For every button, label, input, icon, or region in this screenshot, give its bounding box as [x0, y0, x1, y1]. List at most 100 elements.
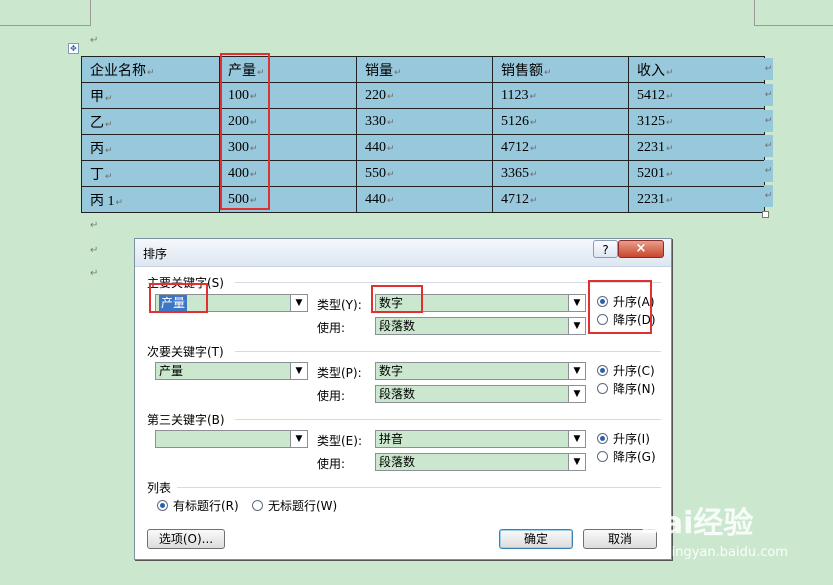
table-cell[interactable]: 4712↵	[492, 186, 629, 213]
table-cell[interactable]: 销量↵	[356, 56, 493, 83]
page-corner-mark-left	[0, 0, 91, 26]
table-cell[interactable]: 丙 1↵	[81, 186, 220, 213]
no-header-row-label[interactable]: 无标题行(W)	[268, 497, 337, 514]
chevron-down-icon[interactable]: ▼	[568, 386, 585, 402]
paragraph-mark: ↵	[90, 35, 99, 46]
secondary-type-select[interactable]: 数字 ▼	[375, 362, 586, 380]
row-end-mark: ↵	[764, 84, 773, 106]
table-cell[interactable]: 丁↵	[81, 160, 220, 187]
secondary-use-value: 段落数	[379, 387, 416, 401]
primary-use-value: 段落数	[379, 319, 416, 333]
table-cell[interactable]: 550↵	[356, 160, 493, 187]
third-ascending-label[interactable]: 升序(I)	[613, 430, 650, 447]
document-table[interactable]: 企业名称↵ 产量↵ 销量↵ 销售额↵ 收入↵ 甲↵ 100↵ 220↵ 1123…	[81, 56, 765, 213]
third-ascending-radio[interactable]	[597, 433, 608, 444]
row-end-mark: ↵	[764, 110, 773, 132]
paragraph-mark: ↵	[90, 220, 99, 231]
no-header-row-radio[interactable]	[252, 500, 263, 511]
options-button[interactable]: 选项(O)...	[147, 529, 225, 549]
group-divider	[235, 351, 661, 352]
help-button[interactable]: ?	[593, 240, 618, 258]
row-end-mark: ↵	[764, 58, 773, 80]
table-row: 乙↵ 200↵ 330↵ 5126↵ 3125↵	[81, 108, 765, 135]
page-corner-mark-right	[754, 0, 833, 26]
primary-use-select[interactable]: 段落数 ▼	[375, 317, 586, 335]
header-row-radio[interactable]	[157, 500, 168, 511]
secondary-key-value: 产量	[159, 364, 184, 378]
primary-use-label: 使用:	[317, 321, 346, 335]
close-button[interactable]: ×	[618, 240, 664, 258]
secondary-use-label: 使用:	[317, 389, 346, 403]
secondary-ascending-label[interactable]: 升序(C)	[613, 362, 655, 379]
table-cell[interactable]: 3125↵	[628, 108, 765, 135]
table-cell[interactable]: 4712↵	[492, 134, 629, 161]
secondary-type-value: 数字	[379, 364, 404, 378]
primary-type-label: 类型(Y):	[317, 298, 362, 312]
secondary-descending-radio[interactable]	[597, 383, 608, 394]
group-divider	[177, 487, 661, 488]
table-cell[interactable]: 1123↵	[492, 82, 629, 109]
table-cell[interactable]: 2231↵	[628, 186, 765, 213]
table-cell[interactable]: 220↵	[356, 82, 493, 109]
third-use-label: 使用:	[317, 457, 346, 471]
dialog-title: 排序	[143, 247, 168, 261]
highlight-box-type	[371, 285, 423, 313]
secondary-type-label: 类型(P):	[317, 366, 362, 380]
secondary-key-label: 次要关键字(T)	[147, 345, 224, 359]
third-type-select[interactable]: 拼音 ▼	[375, 430, 586, 448]
chevron-down-icon[interactable]: ▼	[290, 431, 307, 447]
table-cell[interactable]: 330↵	[356, 108, 493, 135]
group-divider	[235, 419, 661, 420]
ok-button[interactable]: 确定	[499, 529, 573, 549]
table-cell[interactable]: 440↵	[356, 134, 493, 161]
table-row: 丁↵ 400↵ 550↵ 3365↵ 5201↵	[81, 160, 765, 187]
third-use-select[interactable]: 段落数 ▼	[375, 453, 586, 471]
secondary-key-select[interactable]: 产量 ▼	[155, 362, 308, 380]
third-key-select[interactable]: ▼	[155, 430, 308, 448]
table-cell[interactable]: 乙↵	[81, 108, 220, 135]
third-type-label: 类型(E):	[317, 434, 362, 448]
table-row: 丙↵ 300↵ 440↵ 4712↵ 2231↵	[81, 134, 765, 161]
row-end-mark: ↵	[764, 185, 773, 207]
table-cell[interactable]: 440↵	[356, 186, 493, 213]
highlight-box-primary-key	[149, 283, 208, 313]
row-end-mark: ↵	[764, 135, 773, 157]
table-cell[interactable]: 甲↵	[81, 82, 220, 109]
third-descending-radio[interactable]	[597, 451, 608, 462]
chevron-down-icon[interactable]: ▼	[568, 431, 585, 447]
table-cell[interactable]: 3365↵	[492, 160, 629, 187]
watermark-logo: Bai经验	[640, 506, 754, 541]
secondary-use-select[interactable]: 段落数 ▼	[375, 385, 586, 403]
table-cell[interactable]: 2231↵	[628, 134, 765, 161]
table-header-row: 企业名称↵ 产量↵ 销量↵ 销售额↵ 收入↵	[81, 56, 765, 83]
table-cell[interactable]: 销售额↵	[492, 56, 629, 83]
table-cell[interactable]: 5201↵	[628, 160, 765, 187]
table-cell[interactable]: 收入↵	[628, 56, 765, 83]
chevron-down-icon[interactable]: ▼	[568, 295, 585, 311]
highlight-box-yield-column	[220, 53, 270, 210]
third-type-value: 拼音	[379, 432, 404, 446]
table-cell[interactable]: 丙↵	[81, 134, 220, 161]
table-row: 丙 1↵ 500↵ 440↵ 4712↵ 2231↵	[81, 186, 765, 213]
table-row: 甲↵ 100↵ 220↵ 1123↵ 5412↵	[81, 82, 765, 109]
secondary-ascending-radio[interactable]	[597, 365, 608, 376]
list-label: 列表	[147, 481, 172, 495]
table-cell[interactable]: 企业名称↵	[81, 56, 220, 83]
highlight-box-sort-order	[588, 280, 652, 334]
secondary-descending-label[interactable]: 降序(N)	[613, 380, 655, 397]
paragraph-mark: ↵	[90, 245, 99, 256]
third-key-label: 第三关键字(B)	[147, 413, 225, 427]
dialog-titlebar[interactable]: 排序 ? ×	[135, 239, 671, 267]
table-cell[interactable]: 5126↵	[492, 108, 629, 135]
chevron-down-icon[interactable]: ▼	[290, 295, 307, 311]
table-move-handle-icon[interactable]: ✥	[68, 43, 79, 54]
table-resize-handle[interactable]	[762, 211, 769, 218]
chevron-down-icon[interactable]: ▼	[568, 363, 585, 379]
chevron-down-icon[interactable]: ▼	[568, 318, 585, 334]
third-descending-label[interactable]: 降序(G)	[613, 448, 656, 465]
watermark-url: jingyan.baidu.com	[668, 545, 788, 560]
header-row-label[interactable]: 有标题行(R)	[173, 497, 239, 514]
chevron-down-icon[interactable]: ▼	[290, 363, 307, 379]
chevron-down-icon[interactable]: ▼	[568, 454, 585, 470]
table-cell[interactable]: 5412↵	[628, 82, 765, 109]
